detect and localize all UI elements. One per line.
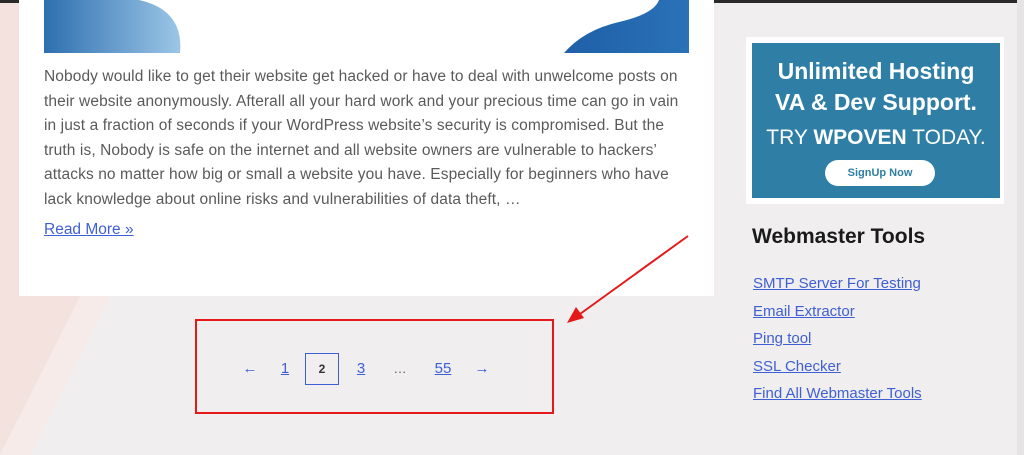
tool-link-ping-tool[interactable]: Ping tool [753, 330, 811, 347]
ad-tagline-suffix: TODAY. [906, 126, 986, 149]
ad-signup-button[interactable]: SignUp Now [825, 160, 935, 186]
widget-title: Webmaster Tools [752, 225, 926, 248]
ad-headline: Unlimited Hosting VA & Dev Support. [752, 56, 1000, 118]
scrollbar-track[interactable] [1017, 0, 1024, 455]
post-featured-image[interactable] [44, 0, 689, 53]
read-more-link[interactable]: Read More » [44, 221, 134, 239]
tool-link-find-all[interactable]: Find All Webmaster Tools [753, 385, 922, 402]
post-excerpt: Nobody would like to get their website g… [44, 68, 679, 208]
ad-banner[interactable]: Unlimited Hosting VA & Dev Support. TRY … [746, 37, 1004, 204]
post-card: Nobody would like to get their website g… [19, 0, 714, 296]
list-item: SSL Checker [753, 358, 922, 386]
tool-link-email-extractor[interactable]: Email Extractor [753, 303, 855, 320]
ad-tagline-prefix: TRY [766, 126, 814, 149]
ad-banner-content[interactable]: Unlimited Hosting VA & Dev Support. TRY … [752, 43, 1000, 198]
list-item: Ping tool [753, 330, 922, 358]
ad-tagline-brand: WPOVEN [813, 126, 907, 149]
tool-link-ssl-checker[interactable]: SSL Checker [753, 358, 841, 375]
list-item: Find All Webmaster Tools [753, 385, 922, 413]
list-item: SMTP Server For Testing [753, 275, 922, 303]
ad-headline-line1: Unlimited Hosting [777, 58, 975, 84]
webmaster-tools-list: SMTP Server For Testing Email Extractor … [753, 275, 922, 413]
ad-headline-line2: VA & Dev Support. [775, 89, 977, 115]
list-item: Email Extractor [753, 303, 922, 331]
tool-link-smtp-server[interactable]: SMTP Server For Testing [753, 275, 921, 292]
ad-tagline: TRY WPOVEN TODAY. [752, 126, 1000, 150]
annotation-highlight-box [195, 319, 554, 414]
